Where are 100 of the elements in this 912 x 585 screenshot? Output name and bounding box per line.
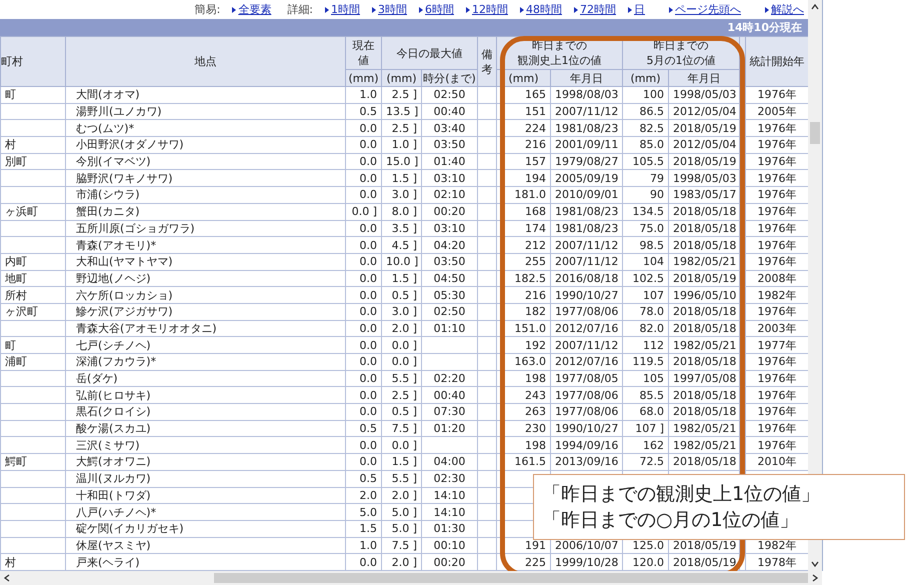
station-cell: 六ケ所(ロッカショ) [66, 286, 346, 304]
value-cell: 168 [496, 203, 550, 220]
station-cell: 酸ケ湯(スカユ) [66, 420, 346, 437]
chevron-left-icon[interactable] [2, 573, 12, 583]
date-cell: 2012/07/16 [550, 320, 622, 337]
date-cell: 1983/05/17 [668, 186, 740, 204]
value-cell: 198 [496, 370, 550, 387]
value-cell: 0.0 [346, 554, 382, 570]
station-cell: 深浦(フカウラ)* [66, 354, 346, 370]
header-text: 現在 [352, 38, 376, 53]
nav-link[interactable]: 全要素 [232, 2, 272, 17]
current-time: 14時10分現在 [727, 20, 802, 35]
date-cell: 1982/05/21 [668, 420, 740, 437]
station-cell: 青森(アオモリ)* [66, 236, 346, 254]
header-cell: 今日の最大値 [382, 36, 478, 70]
value-cell: 151 [496, 103, 550, 120]
value-cell: 181.0 [496, 186, 550, 204]
date-cell: 2010/09/01 [550, 186, 622, 204]
value-cell: 2.0 ] [382, 487, 422, 504]
value-cell: 0.5 ] [382, 286, 422, 304]
nav-link[interactable]: 48時間 [520, 2, 562, 17]
date-cell: 2013/09/16 [550, 454, 622, 470]
value-cell: 225 [496, 554, 550, 570]
value-cell: 163.0 [496, 354, 550, 370]
value-cell: 0.0 [346, 336, 382, 354]
header-cell: 町村 [0, 36, 66, 86]
value-cell: 98.5 [622, 236, 668, 254]
value-cell: 90 [622, 186, 668, 204]
time-cell: 02:50 [422, 303, 478, 320]
value-cell: 1.0 [346, 86, 382, 104]
triangle-icon [232, 6, 236, 12]
value-cell: 0.0 [346, 436, 382, 454]
nav-link[interactable]: 解説へ [765, 2, 804, 17]
time-cell: 04:50 [422, 270, 478, 287]
value-cell: 8.0 ] [382, 203, 422, 220]
value-cell: 112 [622, 336, 668, 354]
station-cell: 大和山(ヤマトヤマ) [66, 253, 346, 270]
value-cell: 0.0 [346, 303, 382, 320]
nav-link[interactable]: ページ先頭へ [669, 2, 741, 17]
chevron-up-icon[interactable] [810, 2, 820, 12]
station-cell: 七戸(シチノヘ) [66, 336, 346, 354]
chevron-down-icon[interactable] [810, 559, 820, 569]
scrollbar-thumb[interactable] [214, 573, 808, 583]
header-cell: 年月日 [668, 70, 740, 86]
value-cell: 0.0 [346, 286, 382, 304]
value-cell: 134.5 [622, 203, 668, 220]
triangle-icon [419, 6, 423, 12]
value-cell: 162 [622, 436, 668, 454]
date-cell: 2018/05/18 [668, 236, 740, 254]
time-cell: 00:20 [422, 203, 478, 220]
value-cell: 0.0 [346, 253, 382, 270]
triangle-icon [325, 6, 329, 12]
value-cell: 107 ] [622, 420, 668, 437]
station-cell: 五所川原(ゴショガワラ) [66, 220, 346, 237]
value-cell: 2.0 ] [382, 554, 422, 570]
station-cell: 小田野沢(オダノサワ) [66, 136, 346, 154]
triangle-icon [574, 6, 578, 12]
value-cell: 0.0 ] [382, 436, 422, 454]
value-cell: 1.5 ] [382, 170, 422, 187]
header-cell: (mm) [382, 70, 422, 86]
time-cell: 03:10 [422, 170, 478, 187]
time-cell: 02:30 [422, 470, 478, 487]
header-text: 値 [357, 53, 370, 68]
value-cell: 161.5 [496, 454, 550, 470]
value-cell: 5.0 ] [382, 504, 422, 520]
nav-link[interactable]: 6時間 [419, 2, 454, 17]
value-cell: 102.5 [622, 270, 668, 287]
nav-link[interactable]: 12時間 [466, 2, 508, 17]
date-cell: 1994/09/16 [550, 436, 622, 454]
triangle-icon [466, 6, 470, 12]
date-cell: 2018/05/18 [668, 454, 740, 470]
nav-link[interactable]: 日 [628, 2, 645, 17]
date-cell: 1977/08/06 [550, 386, 622, 404]
date-cell: 1997/05/08 [668, 370, 740, 387]
municipality-cell: ヶ浜町 [0, 203, 66, 220]
time-cell: 03:50 [422, 136, 478, 154]
municipality-cell: 村 [0, 554, 66, 570]
date-cell: 2001/09/11 [550, 136, 622, 154]
date-cell: 2012/07/16 [550, 354, 622, 370]
nav-link[interactable]: 72時間 [574, 2, 616, 17]
station-cell: むつ(ムツ)* [66, 120, 346, 137]
date-cell: 2018/05/19 [668, 120, 740, 137]
value-cell: 5.5 ] [382, 470, 422, 487]
callout-text: 「昨日までの○月の1位の値」 [542, 508, 800, 533]
value-cell: 263 [496, 404, 550, 420]
date-cell: 1990/10/27 [550, 286, 622, 304]
horizontal-scrollbar[interactable] [0, 571, 822, 585]
value-cell: 85.5 [622, 386, 668, 404]
triangle-icon [628, 6, 632, 12]
station-cell: 大間(オオマ) [66, 86, 346, 104]
time-cell: 04:20 [422, 236, 478, 254]
municipality-cell: 内町 [0, 253, 66, 270]
value-cell: 216 [496, 136, 550, 154]
nav-link[interactable]: 1時間 [325, 2, 360, 17]
nav-link[interactable]: 3時間 [372, 2, 407, 17]
triangle-icon [669, 6, 673, 12]
time-cell: 01:10 [422, 320, 478, 337]
value-cell: 2.0 [346, 487, 382, 504]
scrollbar-thumb[interactable] [810, 122, 820, 144]
chevron-right-icon[interactable] [810, 573, 820, 583]
